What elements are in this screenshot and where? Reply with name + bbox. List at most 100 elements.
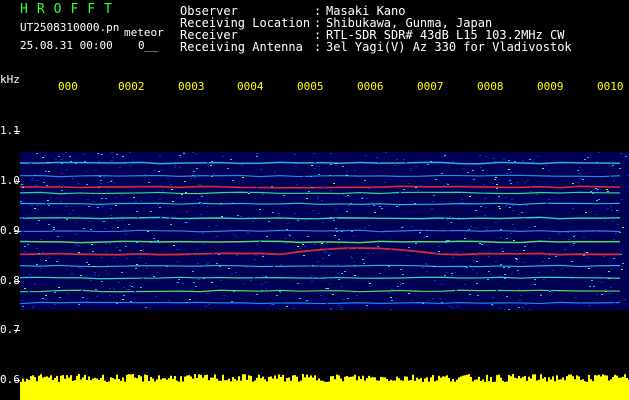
spectrogram-speckle <box>212 253 214 254</box>
spectrogram-speckle <box>197 263 199 264</box>
amplitude-column <box>502 380 504 400</box>
spectrogram-speckle <box>171 189 173 190</box>
spectrogram-speckle <box>276 295 278 296</box>
spectrogram-speckle <box>370 286 372 287</box>
spectrogram-speckle <box>452 257 454 258</box>
spectrogram-speckle <box>417 190 419 191</box>
spectrogram-speckle <box>104 177 106 178</box>
spectrogram-speckle <box>48 171 50 172</box>
spectrogram-speckle <box>356 248 358 249</box>
spectrogram-speckle <box>48 257 50 258</box>
amplitude-column <box>64 378 66 400</box>
spectrogram-speckle <box>509 207 511 208</box>
spectrogram-speckle <box>189 299 191 300</box>
spectrogram-speckle <box>337 264 339 265</box>
spectrogram-speckle <box>47 200 49 201</box>
spectrogram-speckle <box>157 204 159 205</box>
amplitude-column <box>380 376 382 400</box>
spectrogram-speckle <box>338 243 340 244</box>
spectrogram-speckle <box>551 292 553 293</box>
spectrogram-speckle <box>613 239 615 240</box>
spectrogram-speckle <box>113 182 115 183</box>
spectrogram-speckle <box>418 277 420 278</box>
spectrogram-speckle <box>154 170 156 171</box>
spectrogram-speckle <box>260 169 262 170</box>
spectrogram-speckle <box>277 253 279 254</box>
spectrogram-speckle <box>179 291 181 292</box>
spectrogram-speckle <box>121 220 123 221</box>
spectrogram-speckle <box>55 159 57 160</box>
amplitude-column <box>158 375 160 400</box>
spectrogram-speckle <box>495 261 497 262</box>
spectrogram-speckle <box>346 171 348 172</box>
amplitude-column <box>132 374 134 400</box>
amplitude-column <box>88 376 90 400</box>
spectrogram-speckle <box>157 240 159 241</box>
spectrogram-speckle <box>121 265 123 266</box>
spectrogram-speckle <box>48 205 50 206</box>
spectrogram-speckle <box>396 159 398 160</box>
amplitude-column <box>166 379 168 400</box>
spectrogram-speckle <box>256 294 258 295</box>
amplitude-column <box>388 381 390 400</box>
spectrogram-speckle <box>173 245 175 246</box>
axis-unit-label: kHz <box>0 73 20 86</box>
amplitude-column <box>212 377 214 400</box>
spectrogram-speckle <box>585 212 587 213</box>
spectrogram-speckle <box>425 263 427 264</box>
spectrogram-speckle <box>529 309 531 310</box>
spectrogram-speckle <box>259 241 261 242</box>
spectrogram-speckle <box>34 283 36 284</box>
amplitude-column <box>584 381 586 400</box>
spectrogram-speckle <box>607 191 609 192</box>
amplitude-column <box>612 377 614 400</box>
spectrogram-speckle <box>228 268 230 269</box>
spectrogram-speckle <box>614 302 616 303</box>
spectrogram-speckle <box>140 250 142 251</box>
spectrogram-speckle <box>233 182 235 183</box>
amplitude-column <box>542 378 544 400</box>
spectrogram-speckle <box>25 240 27 241</box>
amplitude-column <box>160 379 162 400</box>
spectrogram-speckle <box>92 192 94 193</box>
amplitude-column <box>188 375 190 400</box>
amplitude-column <box>118 379 120 400</box>
spectrogram-speckle <box>571 278 573 279</box>
spectrogram-speckle <box>619 193 621 194</box>
spectrogram-speckle <box>255 255 257 256</box>
spectrogram-speckle <box>512 205 514 206</box>
amplitude-column <box>52 380 54 400</box>
spectrogram-speckle <box>595 231 597 232</box>
amplitude-column <box>276 378 278 400</box>
spectrogram-speckle <box>170 224 172 225</box>
amplitude-column <box>370 377 372 400</box>
spectrogram-speckle <box>523 250 525 251</box>
spectrogram-speckle <box>42 265 44 266</box>
spectrogram-speckle <box>242 177 244 178</box>
spectrogram-speckle <box>517 270 519 271</box>
spectrogram-speckle <box>231 301 233 302</box>
amplitude-column <box>576 375 578 400</box>
spectrogram-speckle <box>625 156 627 157</box>
spectrogram-speckle <box>427 164 429 165</box>
spectrogram-speckle <box>461 202 463 203</box>
spectrogram-speckle <box>521 212 523 213</box>
amplitude-column <box>446 375 448 400</box>
spectrogram-speckle <box>558 233 560 234</box>
spectrogram-speckle <box>516 250 518 251</box>
spectrogram-speckle <box>514 228 516 229</box>
amplitude-column <box>70 375 72 400</box>
amplitude-column <box>336 374 338 400</box>
spectrogram-speckle <box>596 190 598 191</box>
spectrogram-speckle <box>513 240 515 241</box>
amplitude-column <box>130 374 132 400</box>
spectrogram-speckle <box>159 199 161 200</box>
amplitude-column <box>346 375 348 400</box>
spectrogram-speckle <box>488 252 490 253</box>
spectrogram-speckle <box>183 153 185 154</box>
spectrogram-speckle <box>97 207 99 208</box>
spectrogram-speckle <box>151 274 153 275</box>
spectrogram-speckle <box>22 187 24 188</box>
spectrogram-speckle <box>172 175 174 176</box>
spectrogram-speckle <box>366 198 368 199</box>
